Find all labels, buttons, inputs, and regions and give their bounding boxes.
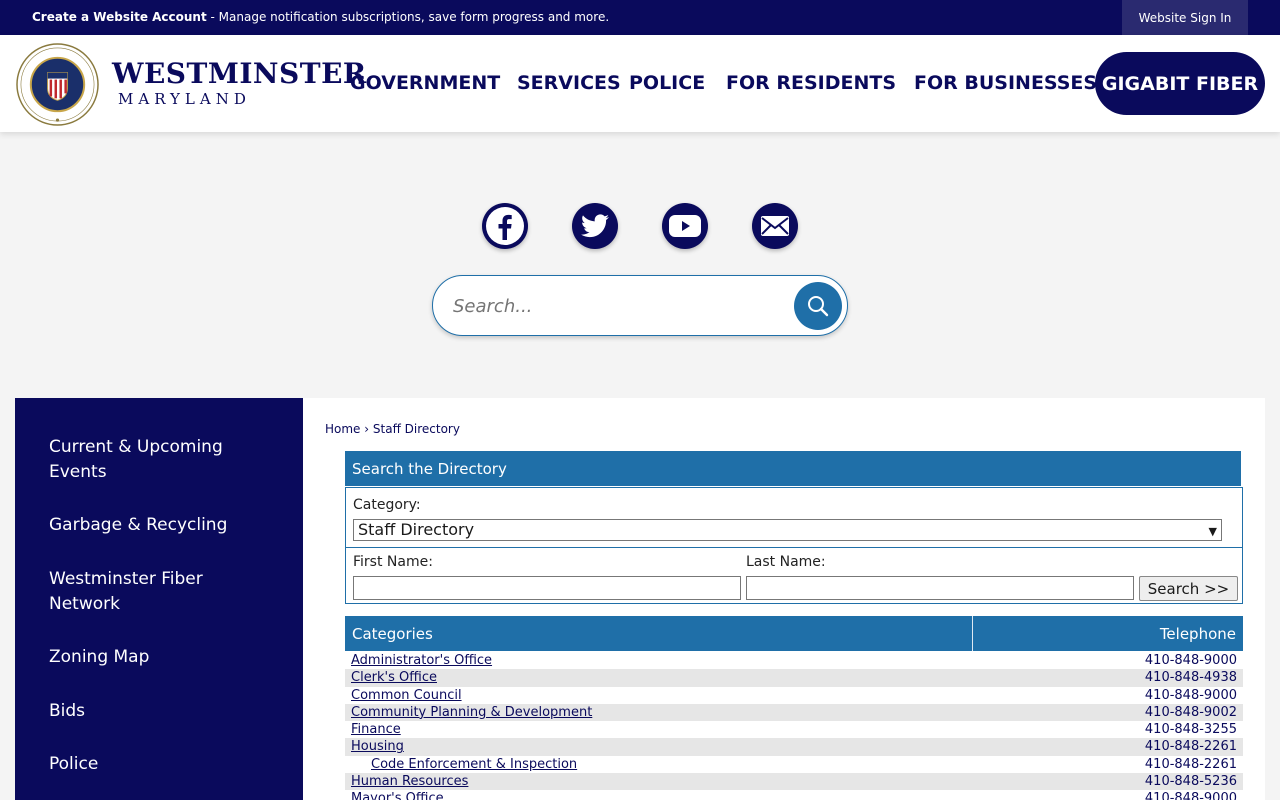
top-bar: Create a Website Account - Manage notifi… [0,0,1280,35]
telephone-value: 410-848-9002 [1144,704,1237,720]
last-name-field[interactable] [746,576,1134,600]
categories-table-header: Categories Telephone [345,616,1243,651]
chevron-down-icon: ▼ [1208,525,1217,538]
email-icon[interactable] [752,203,798,249]
brand-subtitle: MARYLAND [118,90,251,108]
create-account-link[interactable]: Create a Website Account [32,10,207,24]
telephone-value: 410-848-5236 [1144,774,1237,790]
category-select-value: Staff Directory [358,520,475,539]
breadcrumb: Home › Staff Directory [325,422,460,436]
category-link[interactable]: Code Enforcement & Inspection [371,756,577,773]
sidebar-item-events[interactable]: Current & Upcoming Events [49,435,249,485]
brand-name[interactable]: WESTMINSTER [112,57,367,90]
table-row: Mayor's Office 410-848-9000 [345,790,1243,800]
sidebar-item-bids[interactable]: Bids [49,699,249,724]
category-select[interactable]: Staff Directory ▼ [353,519,1222,541]
nav-police[interactable]: POLICE [629,72,705,94]
category-link[interactable]: Housing [351,738,404,755]
search-button[interactable] [794,282,842,330]
breadcrumb-separator: › [364,422,370,436]
telephone-value: 410-848-9000 [1144,791,1237,800]
table-row: Finance 410-848-3255 [345,721,1243,738]
table-row: Clerk's Office 410-848-4938 [345,669,1243,687]
main-content: Home › Staff Directory Search the Direct… [303,398,1265,800]
search-icon [808,296,829,317]
directory-search-title: Search the Directory [345,451,1241,486]
first-name-label: First Name: [353,554,433,570]
column-header-categories: Categories [352,625,433,643]
breadcrumb-home[interactable]: Home [325,422,360,436]
form-divider [346,547,1242,548]
sidebar-item-garbage[interactable]: Garbage & Recycling [49,513,249,538]
site-header: WESTMINSTER MARYLAND GOVERNMENT SERVICES… [0,35,1280,132]
category-link[interactable]: Human Resources [351,773,468,790]
table-row: Code Enforcement & Inspection 410-848-226… [345,756,1243,773]
sidebar-item-fiber-network[interactable]: Westminster Fiber Network [49,567,249,617]
sidebar-nav: Current & Upcoming Events Garbage & Recy… [15,398,303,800]
nav-for-businesses[interactable]: FOR BUSINESSES [914,72,1097,94]
table-row: Common Council 410-848-9000 [345,687,1243,704]
twitter-icon[interactable] [572,203,618,249]
directory-search-form: Category: Staff Directory ▼ First Name: … [345,487,1243,604]
category-link[interactable]: Finance [351,721,401,738]
table-row: Community Planning & Development 410-848-… [345,703,1243,722]
telephone-value: 410-848-3255 [1144,722,1237,738]
directory-search-button[interactable]: Search >> [1139,576,1238,601]
category-link[interactable]: Mayor's Office [351,790,444,800]
column-divider [972,616,973,651]
account-message-text: - Manage notification subscriptions, sav… [206,10,610,24]
sidebar-item-police[interactable]: Police [49,752,249,777]
site-search [432,275,848,336]
column-header-telephone: Telephone [1159,625,1236,643]
table-row: Human Resources 410-848-5236 [345,773,1243,791]
telephone-value: 410-848-2261 [1144,739,1237,755]
last-name-label: Last Name: [746,554,826,570]
telephone-value: 410-848-9000 [1144,653,1237,668]
account-message: Create a Website Account - Manage notifi… [32,10,609,24]
nav-for-residents[interactable]: FOR RESIDENTS [726,72,896,94]
breadcrumb-current[interactable]: Staff Directory [373,422,460,436]
category-label: Category: [353,497,421,513]
nav-services[interactable]: SERVICES [517,72,621,94]
facebook-icon[interactable] [482,203,528,249]
table-row: Housing 410-848-2261 [345,738,1243,756]
category-link[interactable]: Community Planning & Development [351,704,592,721]
telephone-value: 410-848-4938 [1144,670,1237,686]
category-link[interactable]: Administrator's Office [351,652,492,669]
sidebar-item-zoning-map[interactable]: Zoning Map [49,645,249,670]
city-seal-logo[interactable] [16,43,99,126]
telephone-value: 410-848-2261 [1144,756,1237,772]
first-name-field[interactable] [353,576,741,600]
nav-gigabit-fiber[interactable]: GIGABIT FIBER [1095,52,1265,115]
categories-table-body: Administrator's Office 410-848-9000 Clerk'… [345,652,1243,800]
telephone-value: 410-848-9000 [1144,687,1237,703]
table-row: Administrator's Office 410-848-9000 [345,652,1243,669]
youtube-icon[interactable] [662,203,708,249]
category-link[interactable]: Clerk's Office [351,669,437,686]
search-input[interactable] [453,290,783,322]
sign-in-button[interactable]: Website Sign In [1122,0,1248,35]
category-link[interactable]: Common Council [351,687,462,704]
directory-search-panel: Search the Directory Category: Staff Dir… [345,451,1243,604]
nav-government[interactable]: GOVERNMENT [350,72,500,94]
